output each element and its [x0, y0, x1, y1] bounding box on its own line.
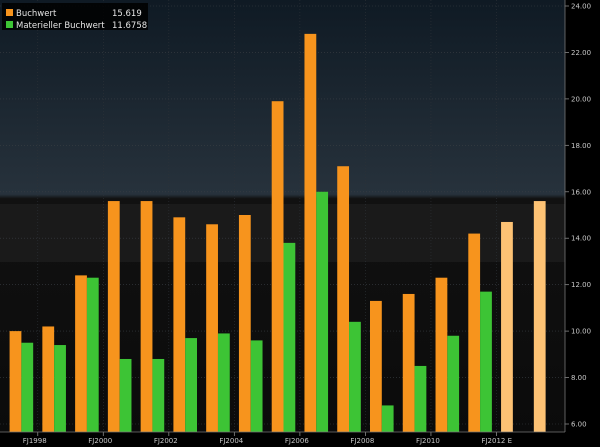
bar-buchwert	[402, 293, 415, 432]
bar-materieller-buchwert	[185, 338, 198, 432]
bar-chart: 6.00 8.00 10.00 12.00 14.00 16.00 18.00 20.00 22…	[0, 0, 600, 447]
y-tick-label: 20.00	[571, 95, 591, 103]
bar-materieller-buchwert	[414, 365, 427, 432]
y-tick-label: 6.00	[571, 421, 587, 429]
bar-buchwert	[42, 326, 55, 432]
y-tick-label: 14.00	[571, 235, 591, 243]
bar-materieller-buchwert	[21, 342, 34, 432]
bar-materieller-buchwert	[119, 358, 132, 432]
legend-swatch	[6, 21, 13, 28]
bar-buchwert	[9, 331, 22, 432]
bar-materieller-buchwert	[152, 358, 165, 432]
bar-buchwert	[206, 224, 218, 432]
bar-buchwert	[140, 201, 153, 432]
x-tick-label: FJ2008	[350, 437, 374, 445]
y-tick-label: 22.00	[571, 49, 591, 57]
legend-label: Materieller Buchwert	[16, 21, 105, 31]
bar-buchwert	[369, 300, 382, 432]
x-tick-label: FJ2002	[154, 437, 178, 445]
bar-buchwert	[304, 33, 317, 432]
bar-buchwert	[173, 217, 186, 432]
bar-materieller-buchwert	[283, 242, 296, 432]
y-tick-label: 18.00	[571, 142, 591, 150]
bar-materieller-buchwert	[217, 333, 230, 432]
bar-materieller-buchwert	[447, 335, 460, 432]
legend: Buchwert 15.619 Materieller Buchwert 11.675…	[2, 3, 148, 31]
bar-materieller-buchwert	[54, 345, 66, 432]
bar-buchwert	[75, 275, 87, 432]
x-tick-label: FJ1998	[23, 437, 47, 445]
x-tick-label: FJ2006	[285, 437, 309, 445]
legend-swatch	[6, 9, 13, 16]
legend-value: 11.6758	[112, 21, 147, 31]
bar-materieller-buchwert	[480, 291, 492, 432]
y-tick-label: 8.00	[571, 374, 587, 382]
bar-materieller-buchwert	[349, 321, 361, 432]
y-tick-label: 10.00	[571, 328, 591, 336]
bar-buchwert	[533, 201, 546, 432]
legend-value: 15.619	[112, 9, 142, 19]
y-tick-label: 12.00	[571, 281, 591, 289]
bar-buchwert	[468, 233, 481, 432]
chart-container: 6.00 8.00 10.00 12.00 14.00 16.00 18.00 20.00 22…	[0, 0, 600, 447]
bar-buchwert	[501, 221, 513, 432]
x-tick-label: FJ2004	[219, 437, 243, 445]
bar-materieller-buchwert	[86, 277, 99, 432]
legend-label: Buchwert	[16, 9, 57, 19]
bar-materieller-buchwert	[381, 405, 394, 432]
x-tick-label: FJ2012 E	[481, 437, 512, 445]
bar-materieller-buchwert	[250, 340, 263, 432]
y-tick-label: 16.00	[571, 188, 591, 196]
y-tick-label: 24.00	[571, 3, 591, 11]
bar-materieller-buchwert	[316, 191, 329, 432]
x-tick-label: FJ2000	[88, 437, 112, 445]
bar-buchwert	[337, 166, 350, 432]
bar-buchwert	[238, 215, 251, 432]
bar-buchwert	[271, 101, 284, 432]
bar-buchwert	[107, 201, 120, 432]
x-tick-label: FJ2010	[416, 437, 440, 445]
bar-buchwert	[435, 277, 448, 432]
